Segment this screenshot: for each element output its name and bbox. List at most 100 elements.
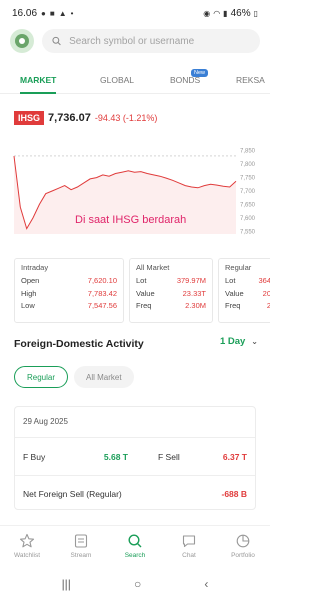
y-tick-label: 7,700 <box>240 189 256 195</box>
star-icon <box>19 533 35 547</box>
filter-regular[interactable]: Regular <box>14 366 69 388</box>
y-tick-label: 7,800 <box>240 162 256 168</box>
whatsapp-icon: ● <box>41 8 46 18</box>
filter-all-market[interactable]: All Market <box>74 366 134 388</box>
foreign-flow-card: 29 Aug 2025 F Buy 5.68 T F Sell 6.37 T N… <box>14 406 256 510</box>
alarm-icon: ◉ <box>203 8 211 18</box>
y-tick-label: 7,850 <box>240 149 256 155</box>
chart-annotation: Di saat IHSG berdarah <box>75 214 187 226</box>
stat-row: Freq 2.30M <box>136 301 206 310</box>
nav-stream[interactable]: Stream <box>54 526 108 565</box>
stat-label: Freq <box>136 301 152 310</box>
stat-row: Low 7,547.56 <box>21 301 117 310</box>
nav-label: Watchlist <box>13 551 41 559</box>
stat-row: Freq 2 <box>225 301 270 310</box>
status-bar: 16.06 ● ■ ▲ • ◉ ◠ ▮ 46% ▯ <box>0 0 270 26</box>
bottom-nav: Watchlist Stream Search Chat Portfolio <box>0 525 270 565</box>
header <box>0 28 270 54</box>
nav-search[interactable]: Search <box>108 526 162 565</box>
home-button[interactable]: ○ <box>134 577 141 591</box>
stat-label: Low <box>21 301 35 310</box>
regular-card: Regular Lot 364 Value 20 Freq 2 <box>218 258 270 323</box>
stat-value: 364 <box>258 276 270 285</box>
market-tabs: MARKET GLOBAL BONDS New REKSA <box>0 66 270 94</box>
wifi-icon: ◠ <box>213 8 221 18</box>
new-badge: New <box>190 69 208 77</box>
fbuy-label: F Buy <box>23 452 46 462</box>
stat-row: High 7,783.42 <box>21 289 117 298</box>
battery-level: 46% <box>230 7 251 19</box>
market-stats: Intraday Open 7,620.10 High 7,783.42 Low… <box>14 258 270 323</box>
net-foreign-row: Net Foreign Sell (Regular) -688 B <box>23 489 247 499</box>
regular-title: Regular <box>225 263 252 272</box>
status-time: 16.06 <box>12 7 38 19</box>
nav-chat[interactable]: Chat <box>162 526 216 565</box>
stat-value: 7,620.10 <box>87 276 117 285</box>
section-title: Foreign-Domestic Activity <box>14 338 144 350</box>
filter-pills: Regular All Market <box>14 366 134 388</box>
net-foreign-value: -688 B <box>221 489 247 499</box>
search-icon <box>52 36 61 46</box>
nav-label: Chat <box>182 551 196 559</box>
nav-portfolio[interactable]: Portfolio <box>216 526 270 565</box>
stat-row: Open 7,620.10 <box>21 276 117 285</box>
divider <box>15 475 255 476</box>
stat-value: 2.30M <box>185 301 206 310</box>
divider <box>15 437 255 438</box>
y-tick-label: 7,750 <box>240 176 256 182</box>
index-summary: IHSG 7,736.07 -94.43 (-1.21%) <box>14 111 157 125</box>
nav-label: Portfolio <box>231 551 255 559</box>
y-tick-label: 7,550 <box>240 229 256 235</box>
stat-value: 7,547.56 <box>87 301 117 310</box>
flow-date: 29 Aug 2025 <box>23 417 68 426</box>
nav-watchlist[interactable]: Watchlist <box>0 526 54 565</box>
stat-label: Lot <box>136 276 147 285</box>
y-tick-label: 7,600 <box>240 216 256 222</box>
intraday-title: Intraday <box>21 263 49 272</box>
stat-value: 7,783.42 <box>87 288 117 298</box>
stat-value: 23.33T <box>182 288 206 298</box>
avatar[interactable] <box>10 29 34 53</box>
search-bar[interactable] <box>42 29 260 53</box>
stat-label: Lot <box>225 276 236 285</box>
tab-global[interactable]: GLOBAL <box>100 66 134 93</box>
chevron-down-icon: ⌄ <box>251 337 258 346</box>
net-foreign-label: Net Foreign Sell (Regular) <box>23 489 122 499</box>
recent-apps-button[interactable]: ||| <box>62 577 71 591</box>
fsell-value: 6.37 T <box>222 452 247 462</box>
tab-market[interactable]: MARKET <box>20 66 56 94</box>
fbuy-value: 5.68 T <box>103 452 128 462</box>
fsell-label: F Sell <box>158 452 180 462</box>
stat-row: Lot 364 <box>225 276 270 285</box>
search-input[interactable] <box>69 35 250 47</box>
stat-value: 2 <box>266 301 270 310</box>
stat-label: High <box>21 288 37 298</box>
index-change: -94.43 (-1.21%) <box>94 113 158 123</box>
period-dropdown[interactable]: 1 Day ⌄ <box>220 336 258 347</box>
stat-row: Value 23.33T <box>136 289 206 298</box>
search-icon <box>128 533 142 547</box>
fbuy-fsell-row: F Buy 5.68 T F Sell 6.37 T <box>23 452 247 462</box>
chat-icon <box>182 534 196 547</box>
tab-reksa[interactable]: REKSA <box>236 66 266 93</box>
y-tick-label: 7,650 <box>240 202 256 208</box>
tab-bonds[interactable]: BONDS New <box>170 66 208 93</box>
nav-label: Stream <box>70 551 92 559</box>
notification-icon: ■ <box>49 8 55 18</box>
stat-value: 20 <box>262 288 270 298</box>
nav-label: Search <box>124 551 146 559</box>
signal-icon: ▮ <box>223 8 228 18</box>
period-label: 1 Day <box>219 336 246 347</box>
all-market-card: All Market Lot 379.97M Value 23.33T Freq… <box>129 258 213 323</box>
stat-row: Lot 379.97M <box>136 276 206 285</box>
index-value: 7,736.07 <box>48 112 91 124</box>
stat-label: Value <box>136 288 155 298</box>
portfolio-icon <box>236 534 250 547</box>
stat-label: Open <box>21 276 40 285</box>
all-market-title: All Market <box>136 263 170 272</box>
system-nav: ||| ○ ‹ <box>0 568 270 600</box>
back-button[interactable]: ‹ <box>204 577 208 591</box>
dot-icon: • <box>70 8 74 18</box>
stat-row: Value 20 <box>225 289 270 298</box>
battery-icon: ▯ <box>253 8 258 18</box>
